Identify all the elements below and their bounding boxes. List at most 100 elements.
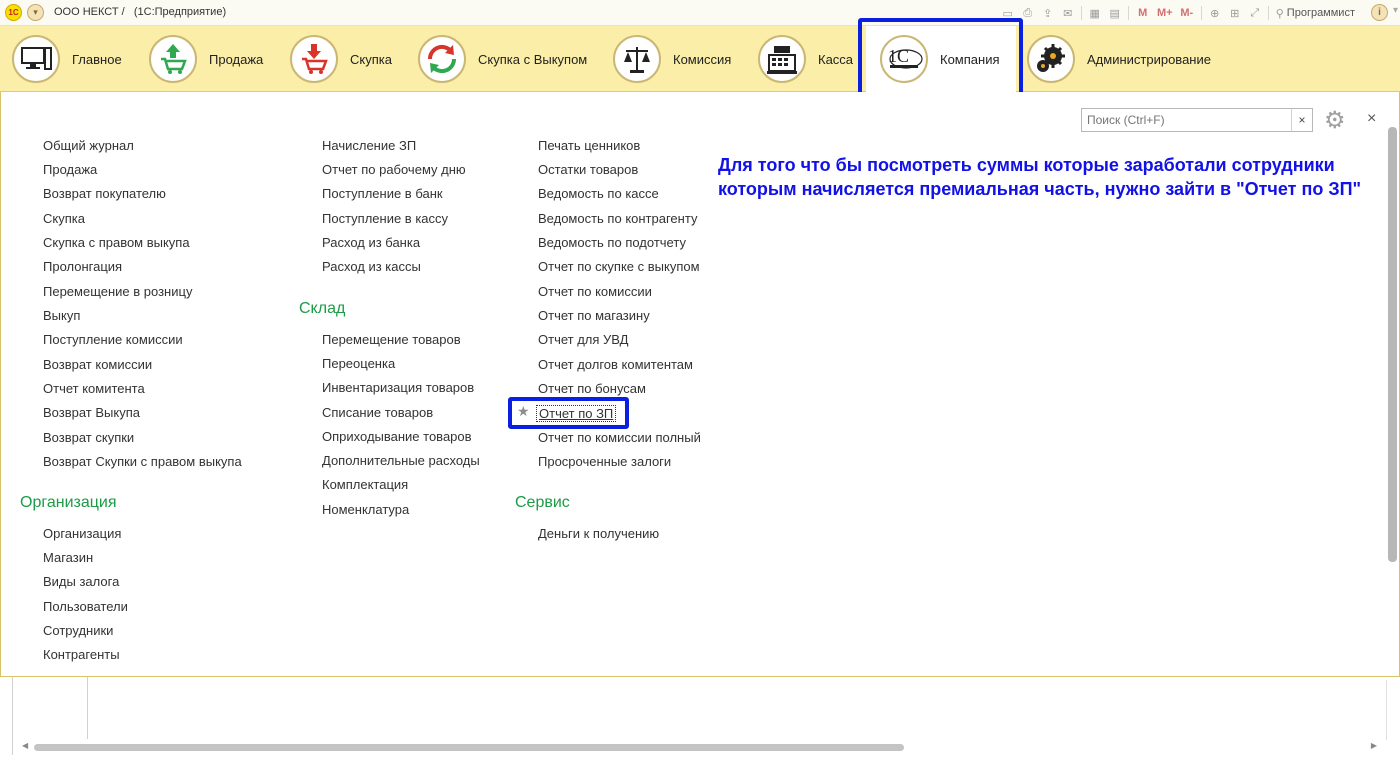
nav-link[interactable]: Деньги к получению (538, 526, 659, 541)
section-purchase[interactable]: Скупка (290, 26, 392, 92)
search-clear-button[interactable]: × (1291, 109, 1312, 131)
memory-plus-button[interactable]: M+ (1154, 4, 1176, 22)
nav-link[interactable]: Просроченные залоги (538, 454, 671, 469)
nav-link[interactable]: Скупка с правом выкупа (43, 235, 190, 250)
nav-link[interactable]: Поступление в банк (322, 186, 443, 201)
section-commission[interactable]: Комиссия (613, 26, 731, 92)
main-menu-button[interactable]: ▾ (27, 4, 44, 21)
horizontal-scrollbar[interactable]: ◀ ▶ (22, 741, 1377, 753)
nav-link[interactable]: Списание товаров (322, 405, 433, 420)
calendar-icon[interactable]: ▤ (1105, 4, 1125, 22)
group-heading-warehouse: Склад (299, 300, 346, 317)
nav-link[interactable]: Виды залога (43, 574, 119, 589)
more-icon[interactable]: ▾ (1393, 5, 1398, 16)
section-label: Продажа (209, 51, 264, 67)
nav-link[interactable]: Ведомость по контрагенту (538, 211, 697, 226)
nav-link[interactable]: Ведомость по подотчету (538, 235, 686, 250)
search-box: × (1081, 108, 1313, 132)
info-icon[interactable]: i (1371, 4, 1388, 21)
nav-link[interactable]: Инвентаризация товаров (322, 380, 474, 395)
annotation-highlight-company (858, 18, 1023, 100)
nav-link[interactable]: Дополнительные расходы (322, 453, 480, 468)
nav-link[interactable]: Перемещение товаров (322, 332, 461, 347)
nav-link[interactable]: Остатки товаров (538, 162, 638, 177)
nav-link[interactable]: Комплектация (322, 477, 408, 492)
nav-link[interactable]: Сотрудники (43, 623, 113, 638)
nav-link[interactable]: Переоценка (322, 356, 395, 371)
cash-register-icon (758, 35, 806, 83)
nav-link[interactable]: Контрагенты (43, 647, 120, 662)
right-scroll-strip[interactable] (1386, 680, 1396, 740)
nav-link[interactable]: Оприходывание товаров (322, 429, 472, 444)
search-input[interactable] (1082, 109, 1292, 131)
nav-link[interactable]: Отчет для УВД (538, 332, 628, 347)
nav-link[interactable]: Перемещение в розницу (43, 284, 192, 299)
nav-link[interactable]: Номенклатура (322, 502, 409, 517)
nav-link[interactable]: Скупка (43, 211, 85, 226)
nav-link[interactable]: Пользователи (43, 599, 128, 614)
computer-icon (12, 35, 60, 83)
vertical-scrollbar[interactable] (1388, 127, 1397, 562)
nav-link[interactable]: Начисление ЗП (322, 138, 416, 153)
nav-link[interactable]: Поступление комиссии (43, 332, 183, 347)
mail-icon[interactable]: ✉ (1058, 4, 1078, 22)
nav-link[interactable]: Выкуп (43, 308, 80, 323)
nav-link[interactable]: Отчет долгов комитентам (538, 357, 693, 372)
nav-link[interactable]: Отчет по рабочему дню (322, 162, 466, 177)
section-label: Скупка (350, 51, 392, 67)
nav-link[interactable]: Возврат комиссии (43, 357, 152, 372)
section-admin[interactable]: Администрирование (1027, 26, 1211, 92)
current-user[interactable]: ⚲ Программист (1276, 7, 1355, 20)
nav-link[interactable]: Отчет комитента (43, 381, 145, 396)
nav-link[interactable]: Расход из кассы (322, 259, 421, 274)
zoom-icon[interactable]: ⊕ (1205, 4, 1225, 22)
section-label: Касса (818, 51, 854, 67)
memory-minus-button[interactable]: M- (1176, 4, 1198, 22)
nav-link[interactable]: Поступление в кассу (322, 211, 448, 226)
toolbar-divider (1200, 6, 1202, 20)
nav-link[interactable]: Возврат Выкупа (43, 405, 140, 420)
section-label: Главное (72, 51, 122, 67)
title-toolbar: ▭ ⎙ ⇪ ✉ ▦ ▤ M M+ M- ⊕ ⊞ ⤢ ⚲ Программист (998, 4, 1355, 22)
fullscreen-icon[interactable]: ⤢ (1245, 4, 1265, 22)
scroll-left-icon[interactable]: ◀ (22, 741, 28, 750)
toolbar-divider (1127, 6, 1129, 20)
nav-link[interactable]: Печать ценников (538, 138, 640, 153)
user-icon: ⚲ (1275, 7, 1284, 20)
nav-link[interactable]: Возврат Скупки с правом выкупа (43, 454, 242, 469)
section-purchase-buyback[interactable]: Скупка с Выкупом (418, 26, 587, 92)
close-panel-button[interactable]: × (1367, 110, 1376, 128)
nav-link[interactable]: Возврат скупки (43, 430, 134, 445)
user-name: Программист (1286, 7, 1355, 19)
table-icon[interactable]: ▦ (1085, 4, 1105, 22)
nav-link[interactable]: Возврат покупателю (43, 186, 166, 201)
nav-link[interactable]: Магазин (43, 550, 93, 565)
toolbar-divider (1080, 6, 1082, 20)
annotation-note: Для того что бы посмотреть суммы которые… (718, 155, 1362, 199)
section-sales[interactable]: Продажа (149, 26, 263, 92)
upload-icon[interactable]: ⇪ (1038, 4, 1058, 22)
nav-link[interactable]: Продажа (43, 162, 97, 177)
horizontal-scroll-thumb[interactable] (34, 744, 904, 751)
section-label: Скупка с Выкупом (478, 51, 588, 67)
nav-link[interactable]: Ведомость по кассе (538, 186, 659, 201)
nav-link[interactable]: Отчет по бонусам (538, 381, 646, 396)
app-logo-icon[interactable]: 1С (5, 4, 22, 21)
memory-m-button[interactable]: M (1132, 4, 1154, 22)
section-cash[interactable]: Касса (758, 26, 853, 92)
toolbar-divider (1267, 6, 1269, 20)
nav-link[interactable]: Общий журнал (43, 138, 134, 153)
scroll-right-icon[interactable]: ▶ (1371, 741, 1377, 750)
section-main[interactable]: Главное (12, 26, 122, 92)
nav-link[interactable]: Отчет по комиссии (538, 284, 652, 299)
nav-link[interactable]: Пролонгация (43, 259, 122, 274)
nav-link[interactable]: Отчет по скупке с выкупом (538, 259, 700, 274)
nav-link[interactable]: Расход из банка (322, 235, 420, 250)
nav-link[interactable]: Отчет по магазину (538, 308, 650, 323)
annotation-highlight-salary-report (508, 397, 629, 429)
window-split-icon[interactable]: ⊞ (1225, 4, 1245, 22)
window-title: ООО НЕКСТ / (1С:Предприятие) (54, 6, 227, 18)
nav-link[interactable]: Организация (43, 526, 121, 541)
settings-gear-icon[interactable]: ⚙ (1324, 106, 1346, 135)
nav-link[interactable]: Отчет по комиссии полный (538, 430, 701, 445)
